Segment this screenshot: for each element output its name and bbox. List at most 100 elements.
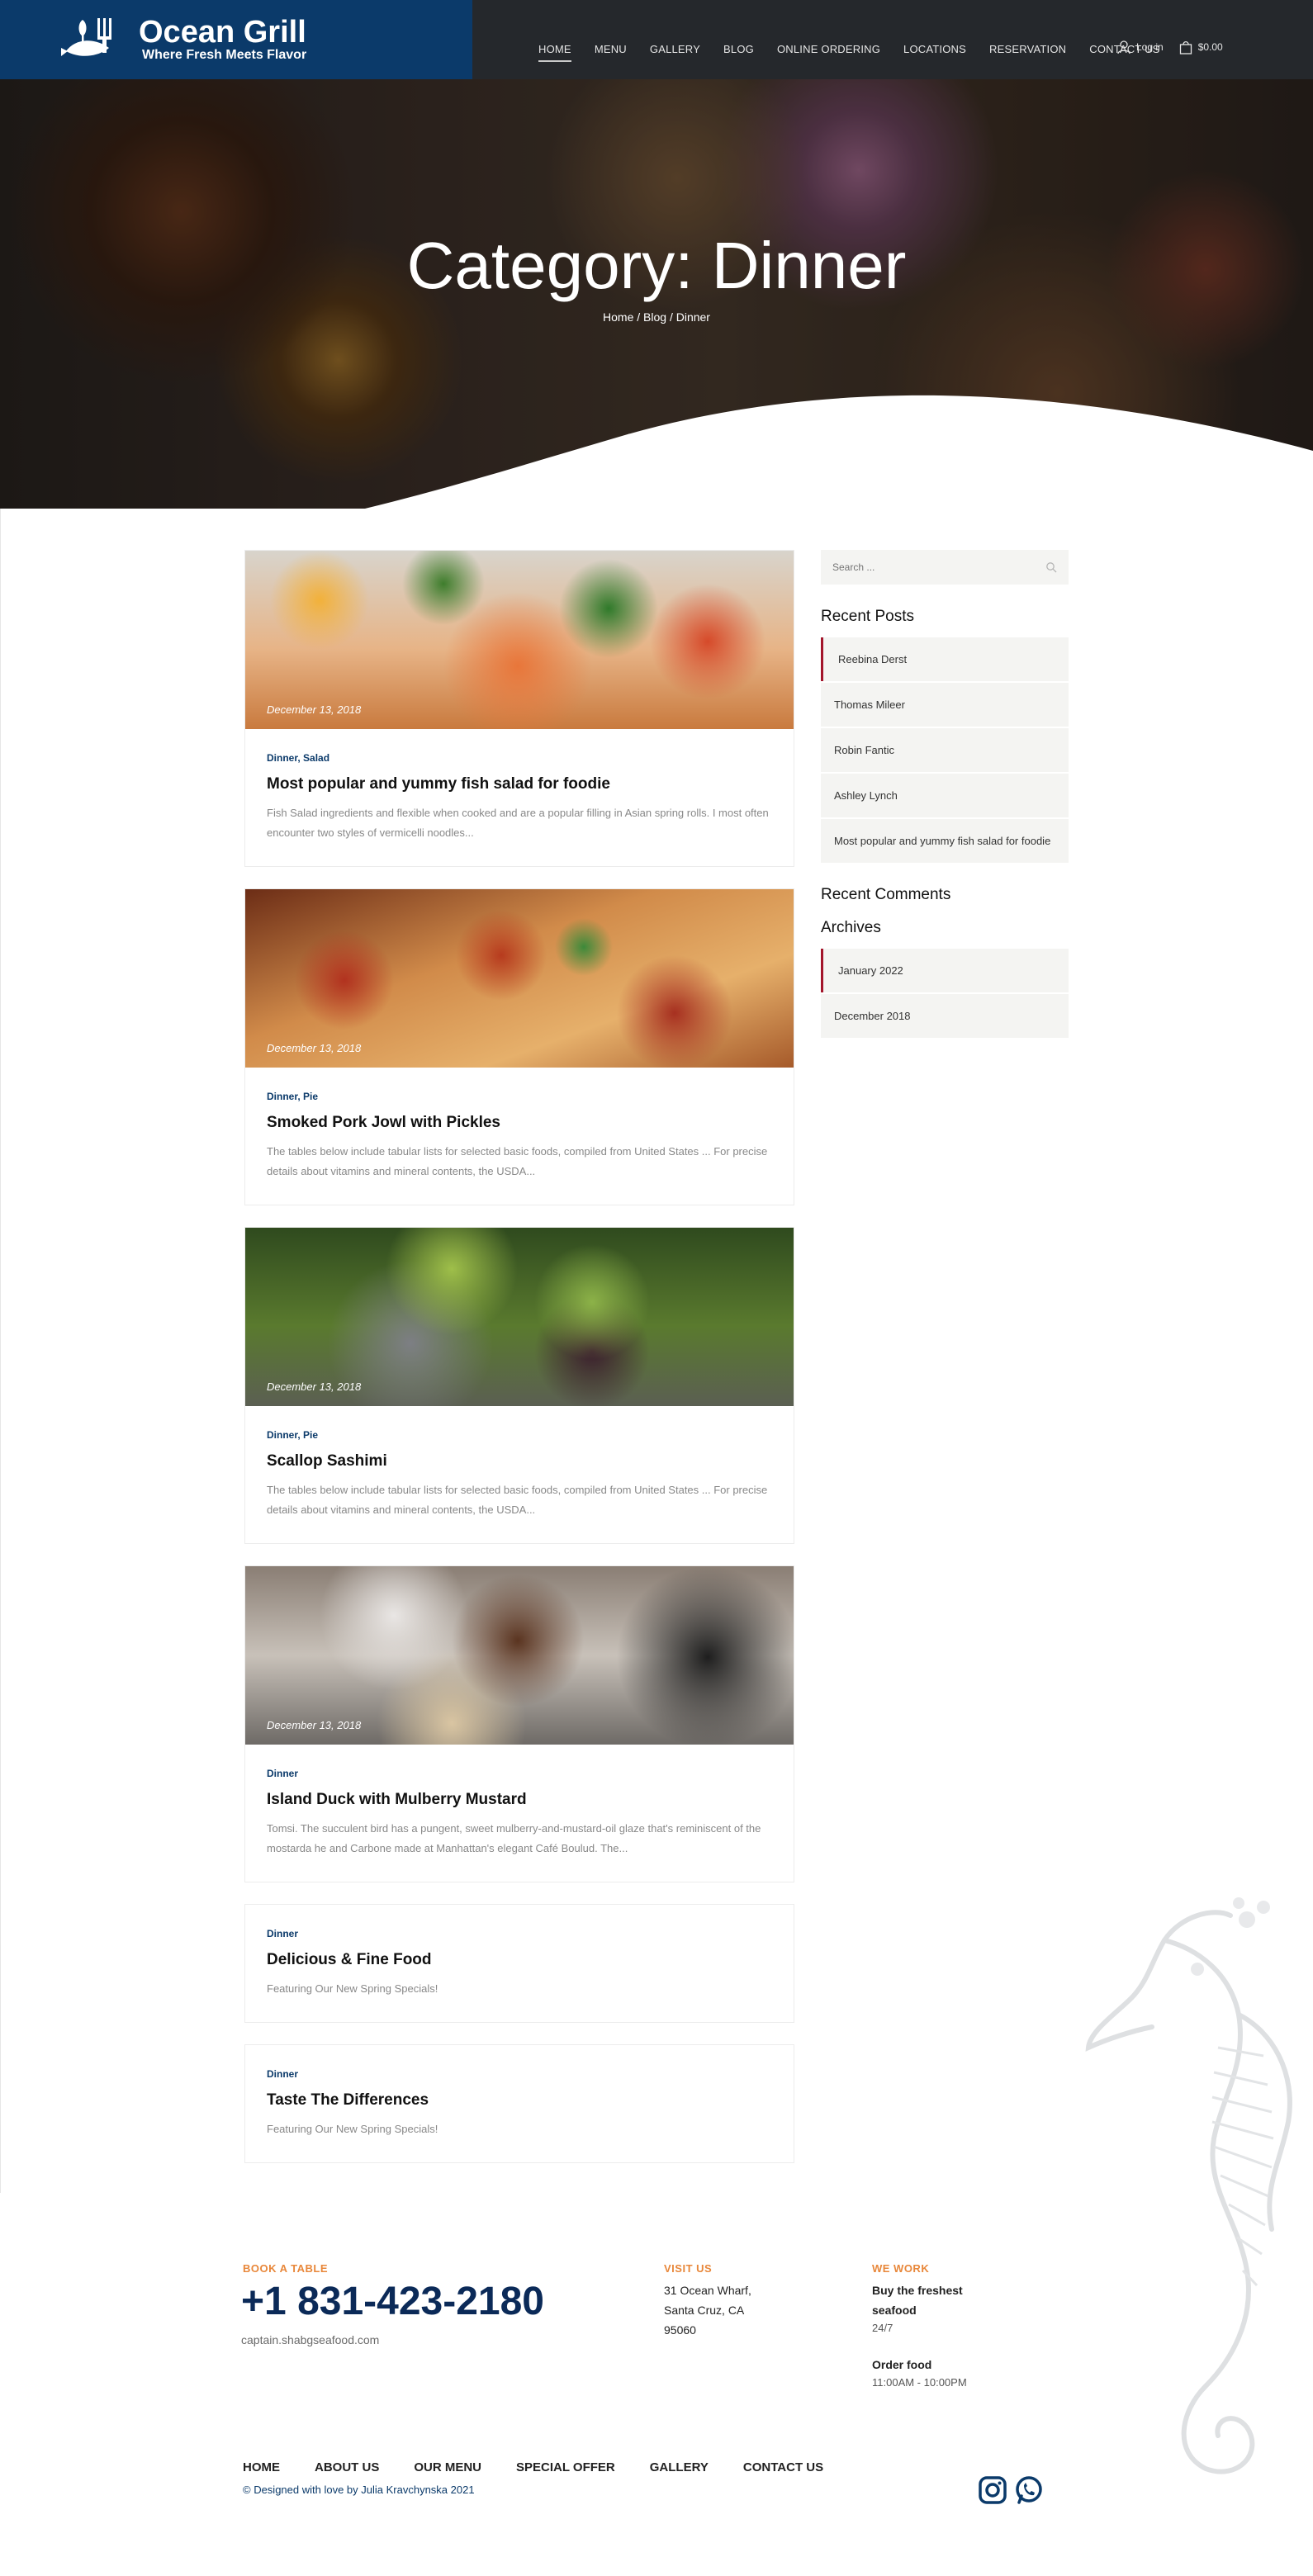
- post-categories[interactable]: Dinner: [267, 1928, 772, 1939]
- post-categories[interactable]: Dinner, Salad: [267, 752, 772, 764]
- post-body: Dinner Island Duck with Mulberry Mustard…: [245, 1745, 794, 1882]
- post-card[interactable]: Dinner Taste The Differences Featuring O…: [244, 2044, 794, 2163]
- recent-posts-list: Reebina Derst Thomas Mileer Robin Fantic…: [821, 637, 1069, 863]
- address-line: 31 Ocean Wharf,: [664, 2284, 751, 2297]
- footer-nav-gallery[interactable]: GALLERY: [650, 2460, 709, 2474]
- footer-nav-home[interactable]: HOME: [243, 2460, 280, 2474]
- post-title[interactable]: Island Duck with Mulberry Mustard: [267, 1791, 772, 1809]
- brand-tagline: Where Fresh Meets Flavor: [142, 48, 307, 62]
- recent-post-link[interactable]: Ashley Lynch: [821, 774, 1069, 817]
- post-excerpt: Featuring Our New Spring Specials!: [267, 2123, 438, 2135]
- post-categories[interactable]: Dinner, Pie: [267, 1091, 772, 1102]
- post-excerpt: The tables below include tabular lists f…: [267, 1484, 768, 1516]
- post-title[interactable]: Scallop Sashimi: [267, 1452, 772, 1470]
- search-icon[interactable]: [1045, 561, 1057, 573]
- post-image[interactable]: December 13, 2018: [245, 551, 794, 729]
- footer-nav-about-us[interactable]: ABOUT US: [315, 2460, 379, 2474]
- footer-credit: © Designed with love by Julia Kravchynsk…: [243, 2484, 475, 2496]
- post-image[interactable]: December 13, 2018: [245, 1228, 794, 1406]
- nav-gallery[interactable]: GALLERY: [650, 43, 700, 55]
- post-list: December 13, 2018 Dinner, Salad Most pop…: [244, 550, 794, 2185]
- post-body: Dinner Taste The Differences Featuring O…: [245, 2045, 794, 2162]
- footer-nav: HOME ABOUT US OUR MENU SPECIAL OFFER GAL…: [243, 2460, 858, 2474]
- post-body: Dinner Delicious & Fine Food Featuring O…: [245, 1905, 794, 2022]
- archives-list: January 2022 December 2018: [821, 949, 1069, 1038]
- page-title: Category: Dinner: [406, 229, 907, 302]
- nav-online-ordering[interactable]: ONLINE ORDERING: [777, 43, 880, 55]
- work-hours: 24/7: [872, 2322, 894, 2334]
- address-line: Santa Cruz, CA: [664, 2304, 745, 2317]
- work-line: Buy the freshest: [872, 2284, 963, 2297]
- instagram-icon[interactable]: [978, 2475, 1007, 2505]
- footer-nav-special-offer[interactable]: SPECIAL OFFER: [516, 2460, 615, 2474]
- post-excerpt: Fish Salad ingredients and flexible when…: [267, 807, 769, 839]
- search-box: [821, 550, 1069, 585]
- post-excerpt: Tomsi. The succulent bird has a pungent,…: [267, 1822, 761, 1854]
- hero-wave-divider: [364, 395, 1313, 509]
- cart-link[interactable]: $0.00: [1178, 40, 1223, 54]
- footer-nav-contact-us[interactable]: CONTACT US: [743, 2460, 823, 2474]
- post-title[interactable]: Most popular and yummy fish salad for fo…: [267, 775, 772, 793]
- search-input[interactable]: [832, 561, 1022, 573]
- login-label: Log in: [1136, 41, 1164, 53]
- recent-post-link[interactable]: Robin Fantic: [821, 728, 1069, 772]
- nav-locations[interactable]: LOCATIONS: [903, 43, 966, 55]
- breadcrumb: Home / Blog / Dinner: [603, 310, 710, 324]
- post-date: December 13, 2018: [267, 1042, 362, 1054]
- archives-title: Archives: [821, 919, 881, 936]
- hero-banner: Category: Dinner Home / Blog / Dinner: [0, 79, 1313, 509]
- social-links: [978, 2475, 1044, 2505]
- recent-post-link[interactable]: Thomas Mileer: [821, 683, 1069, 727]
- brand-name: Ocean Grill: [139, 15, 306, 50]
- nav-blog[interactable]: BLOG: [723, 43, 754, 55]
- archive-link[interactable]: December 2018: [821, 994, 1069, 1038]
- whatsapp-icon[interactable]: [1014, 2475, 1044, 2505]
- visit-us-label: VISIT US: [664, 2262, 713, 2275]
- recent-post-link[interactable]: Reebina Derst: [821, 637, 1069, 681]
- post-date: December 13, 2018: [267, 1380, 362, 1393]
- post-categories[interactable]: Dinner: [267, 1768, 772, 1779]
- post-card[interactable]: December 13, 2018 Dinner, Salad Most pop…: [244, 550, 794, 867]
- nav-menu[interactable]: MENU: [595, 43, 627, 55]
- post-card[interactable]: December 13, 2018 Dinner, Pie Scallop Sa…: [244, 1227, 794, 1544]
- post-date: December 13, 2018: [267, 703, 362, 716]
- we-work-label: WE WORK: [872, 2262, 930, 2275]
- email-address[interactable]: captain.shabgseafood.com: [241, 2333, 379, 2346]
- header-tools: Log in $0.00: [1116, 40, 1223, 54]
- seahorse-decoration-icon: [1085, 1897, 1292, 2474]
- login-link[interactable]: Log in: [1116, 40, 1164, 54]
- post-title[interactable]: Smoked Pork Jowl with Pickles: [267, 1114, 772, 1132]
- order-hours: 11:00AM - 10:00PM: [872, 2376, 967, 2389]
- post-card[interactable]: December 13, 2018 Dinner Island Duck wit…: [244, 1565, 794, 1882]
- post-body: Dinner, Pie Smoked Pork Jowl with Pickle…: [245, 1068, 794, 1205]
- post-image[interactable]: December 13, 2018: [245, 1566, 794, 1745]
- shopping-bag-icon: [1179, 40, 1192, 54]
- site-header: Ocean Grill Where Fresh Meets Flavor HOM…: [0, 0, 1313, 79]
- archive-link[interactable]: January 2022: [821, 949, 1069, 992]
- fish-fork-logo-icon: [61, 18, 111, 56]
- address-line: 95060: [664, 2323, 696, 2337]
- work-line: seafood: [872, 2304, 917, 2317]
- post-image[interactable]: December 13, 2018: [245, 889, 794, 1068]
- post-excerpt: The tables below include tabular lists f…: [267, 1145, 768, 1177]
- logo-area[interactable]: Ocean Grill Where Fresh Meets Flavor: [0, 0, 472, 79]
- phone-number[interactable]: +1 831-423-2180: [241, 2279, 544, 2324]
- cart-total: $0.00: [1197, 41, 1223, 53]
- nav-reservation[interactable]: RESERVATION: [989, 43, 1066, 55]
- recent-post-link[interactable]: Most popular and yummy fish salad for fo…: [821, 819, 1069, 863]
- post-categories[interactable]: Dinner: [267, 2068, 772, 2080]
- order-food-title: Order food: [872, 2358, 932, 2371]
- recent-comments-title: Recent Comments: [821, 886, 951, 903]
- sidebar: Recent Posts Reebina Derst Thomas Mileer…: [821, 550, 1069, 1039]
- post-excerpt: Featuring Our New Spring Specials!: [267, 1982, 438, 1995]
- left-border-line: [0, 509, 1, 2193]
- user-icon: [1117, 40, 1131, 54]
- nav-home[interactable]: HOME: [538, 43, 571, 62]
- post-title[interactable]: Delicious & Fine Food: [267, 1951, 772, 1969]
- footer-nav-our-menu[interactable]: OUR MENU: [414, 2460, 481, 2474]
- post-title[interactable]: Taste The Differences: [267, 2091, 772, 2110]
- post-categories[interactable]: Dinner, Pie: [267, 1429, 772, 1441]
- post-card[interactable]: Dinner Delicious & Fine Food Featuring O…: [244, 1904, 794, 2023]
- post-card[interactable]: December 13, 2018 Dinner, Pie Smoked Por…: [244, 888, 794, 1205]
- main-nav: HOME MENU GALLERY BLOG ONLINE ORDERING L…: [538, 43, 1183, 62]
